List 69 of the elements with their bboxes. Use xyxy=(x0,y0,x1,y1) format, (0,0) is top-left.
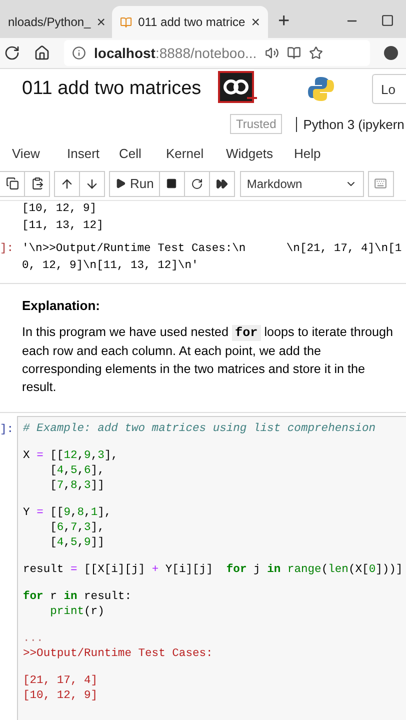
paste-icon xyxy=(30,177,44,190)
output-prompt: ]: xyxy=(0,242,15,257)
address-bar[interactable]: localhost:8888/noteboo... xyxy=(64,40,370,66)
menu-item[interactable]: View xyxy=(12,146,67,160)
url-text: localhost:8888/noteboo... xyxy=(94,45,257,61)
keyboard-button[interactable] xyxy=(368,170,394,196)
paste-button[interactable] xyxy=(24,170,50,196)
notebook-icon xyxy=(120,16,132,28)
code-cell[interactable] xyxy=(17,416,406,720)
output-line: '\n>>Output/Runtime Test Cases:\n \n[21, 17, 4]\n[1 xyxy=(22,242,402,257)
input-prompt: ]: xyxy=(0,422,15,438)
fast-forward-icon xyxy=(216,178,228,190)
info-icon[interactable] xyxy=(72,46,86,60)
python-logo-icon xyxy=(308,76,334,102)
home-icon[interactable] xyxy=(34,45,50,61)
stop-button[interactable] xyxy=(158,170,185,196)
close-tab-button[interactable]: × xyxy=(96,14,106,30)
menu-item[interactable]: Help xyxy=(294,146,334,160)
output-line: 0, 12, 9]\n[11, 13, 12]\n' xyxy=(22,258,200,274)
book-icon[interactable] xyxy=(286,46,301,60)
copy-button[interactable] xyxy=(0,170,25,196)
star-icon[interactable] xyxy=(308,46,323,60)
new-tab-button[interactable]: + xyxy=(268,6,300,38)
explanation-text: In this program we have used nested for loops to iterate through each row and each column. At each point, we add the corresponding elements in the two matrices and store it in the result. xyxy=(22,324,394,396)
browser-tab[interactable]: 011 add two matrice × xyxy=(112,6,268,38)
maximize-icon[interactable] xyxy=(381,14,394,27)
kernel-name: Python 3 (ipykern xyxy=(296,116,404,132)
restart-icon xyxy=(190,178,203,190)
notebook-title[interactable]: 011 add two matrices xyxy=(22,78,218,100)
keyboard-icon xyxy=(374,177,388,190)
copy-icon xyxy=(6,177,18,190)
output-line: [10, 12, 9] xyxy=(21,202,98,217)
move-down-button[interactable] xyxy=(79,170,105,196)
menu-item[interactable]: Insert xyxy=(67,146,119,160)
run-button[interactable]: Run xyxy=(109,170,160,196)
restart-button[interactable] xyxy=(184,170,210,196)
browser-tab[interactable]: nloads/Python_ × xyxy=(0,6,112,38)
refresh-icon[interactable] xyxy=(4,45,20,61)
login-button[interactable]: Lo xyxy=(372,74,406,104)
move-up-button[interactable] xyxy=(54,170,80,196)
code-line: for r in result: xyxy=(23,590,132,605)
profile-avatar[interactable] xyxy=(384,46,398,60)
explanation-heading: Explanation: xyxy=(21,297,102,313)
code-line: ... xyxy=(23,632,44,647)
code-line: [6,7,3], xyxy=(49,521,106,536)
play-icon xyxy=(115,178,126,189)
trusted-badge[interactable]: Trusted xyxy=(230,114,282,134)
code-line: [4,5,6], xyxy=(49,464,106,479)
speaker-icon[interactable] xyxy=(264,46,279,60)
code-line: result = [[X[i][j] + Y[i][j] for j in range(len(X[0]))] xyxy=(23,562,404,578)
close-tab-button[interactable]: × xyxy=(251,14,260,30)
code-line: X = [[12,9,3], xyxy=(23,448,119,464)
arrow-down-icon xyxy=(85,176,99,190)
stop-icon xyxy=(166,178,178,189)
menu-item[interactable]: Widgets xyxy=(226,146,294,160)
arrow-up-icon xyxy=(60,176,74,190)
output-line: [11, 13, 12] xyxy=(21,218,104,234)
code-line: print(r) xyxy=(49,605,106,620)
code-line: Y = [[9,8,1], xyxy=(23,506,112,521)
fast-forward-button[interactable] xyxy=(208,170,235,196)
cell-type-select[interactable]: Markdown xyxy=(240,170,364,196)
code-line: [4,5,9]] xyxy=(49,536,106,551)
code-line: [21, 17, 4] xyxy=(23,674,99,689)
code-line: [7,8,3]] xyxy=(49,479,106,494)
code-line: [10, 12, 9] xyxy=(23,689,99,704)
menu-item[interactable]: Kernel xyxy=(166,146,226,160)
code-line: # Example: add two matrices using list comprehension xyxy=(23,422,377,437)
code-line: >>Output/Runtime Test Cases: xyxy=(23,647,214,662)
menu-item[interactable]: Cell xyxy=(119,146,166,160)
